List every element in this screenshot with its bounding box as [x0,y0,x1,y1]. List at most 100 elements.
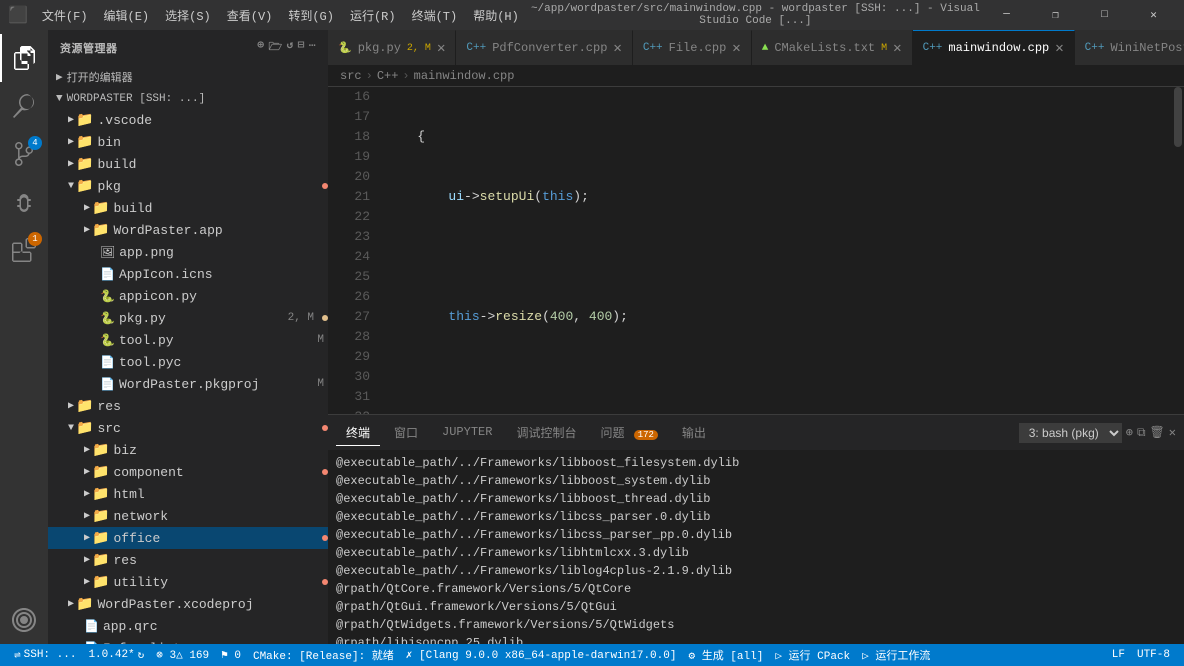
tree-build[interactable]: ▶ 📁 build [48,153,328,175]
chevron-right-icon: ▶ [68,400,74,412]
tab-pkg-py-close[interactable]: ✕ [437,40,445,57]
refresh-icon[interactable]: ↺ [287,38,294,57]
panel-trash-button[interactable]: 🗑 [1150,425,1165,440]
tab-cmakelists-close[interactable]: ✕ [893,40,901,57]
status-format[interactable]: UTF-8 [1131,644,1176,666]
status-compiler[interactable]: ✗ [Clang 9.0.0 x86_64-apple-darwin17.0.0… [400,644,683,666]
status-ssh[interactable]: ⇌ SSH: ... [8,644,82,666]
panel-tab-debug[interactable]: 调试控制台 [506,420,586,446]
activity-debug[interactable] [0,178,48,226]
tree-html[interactable]: ▶ 📁 html [48,483,328,505]
tree-appicon-icns[interactable]: 📄 AppIcon.icns [48,263,328,285]
activity-remote[interactable] [0,596,48,644]
panel-add-button[interactable]: ⊕ [1126,425,1133,440]
menu-select[interactable]: 选择(S) [157,3,219,28]
tree-pkg[interactable]: ▼ 📁 pkg [48,175,328,197]
tree-app-png[interactable]: 🖼 app.png [48,241,328,263]
restore-button[interactable]: ❐ [1033,0,1078,30]
folder-icon: 📁 [92,486,109,503]
tab-file-cpp[interactable]: C++ File.cpp ✕ [633,30,752,65]
tree-pkg-build[interactable]: ▶ 📁 build [48,197,328,219]
panel-tab-problems[interactable]: 问题 172 [590,420,667,446]
tab-pkg-py[interactable]: 🐍 pkg.py 2, M ✕ [328,30,456,65]
activity-explorer[interactable] [0,34,48,82]
tree-src-res[interactable]: ▶ 📁 res [48,549,328,571]
tree-vscode[interactable]: ▶ 📁 .vscode [48,109,328,131]
new-folder-icon[interactable]: 🗁 [269,38,283,57]
terminal-content[interactable]: @executable_path/../Frameworks/libboost_… [328,450,1184,644]
tab-mainwindow-close[interactable]: ✕ [1055,40,1063,57]
activity-extensions[interactable]: 1 [0,226,48,274]
menu-goto[interactable]: 转到(G) [280,3,342,28]
status-version[interactable]: 1.0.42* ↻ [82,644,150,666]
panel-tab-terminal[interactable]: 终端 [336,420,380,446]
chevron-right-icon: ▶ [84,202,90,214]
menu-run[interactable]: 运行(R) [342,3,404,28]
status-warnings[interactable]: ⚑ 0 [215,644,247,666]
tab-file-cpp-close[interactable]: ✕ [732,40,740,57]
new-file-icon[interactable]: ⊕ [257,38,264,57]
folder-icon: 📁 [92,508,109,525]
status-workflow[interactable]: ▷ 运行工作流 [856,644,936,666]
chevron-right-icon: ▶ [84,510,90,522]
open-editors-section[interactable]: ▶ 打开的编辑器 [48,65,328,89]
tree-pkg-py[interactable]: 🐍 pkg.py 2, M [48,307,328,329]
tab-wininetposter[interactable]: C++ WiniNetPoster.cpp 1 ✕ [1075,30,1184,65]
breadcrumb-lang[interactable]: C++ [377,69,399,83]
tree-xcodeproj[interactable]: ▶ 📁 WordPaster.xcodeproj [48,593,328,615]
tree-tool-pyc[interactable]: 📄 tool.pyc [48,351,328,373]
menu-file[interactable]: 文件(F) [34,3,96,28]
menu-terminal[interactable]: 终端(T) [404,3,466,28]
tab-pdfconverter-close[interactable]: ✕ [613,40,621,57]
more-icon[interactable]: … [309,38,316,57]
close-button[interactable]: ✕ [1131,0,1176,30]
tree-wordpaster-app[interactable]: ▶ 📁 WordPaster.app [48,219,328,241]
activity-search[interactable] [0,82,48,130]
status-cmake[interactable]: CMake: [Release]: 就绪 [247,644,400,666]
project-section[interactable]: ▼ WORDPASTER [SSH: ...] [48,89,328,109]
status-errors[interactable]: ⊗ 3△ 169 [150,644,215,666]
tab-cmakelists[interactable]: ▲ CMakeLists.txt M ✕ [752,30,913,65]
tree-src[interactable]: ▼ 📁 src [48,417,328,439]
tree-info-plist[interactable]: 📄 Info.plist [48,637,328,644]
breadcrumb-file[interactable]: mainwindow.cpp [414,69,515,83]
panel-split-button[interactable]: ⧉ [1137,426,1146,440]
terminal-select[interactable]: 3: bash (pkg) [1019,423,1122,443]
window-controls: ─ ❐ □ ✕ [984,0,1176,30]
tree-network[interactable]: ▶ 📁 network [48,505,328,527]
panel-tab-window[interactable]: 窗口 [384,420,428,446]
code-editor[interactable]: 16 17 18 19 20 21 22 23 24 25 26 27 28 2… [328,87,1184,414]
minimize-button[interactable]: ─ [984,0,1029,30]
maximize-button[interactable]: □ [1082,0,1127,30]
tab-mainwindow[interactable]: C++ mainwindow.cpp ✕ [913,30,1075,65]
code-content[interactable]: { ui->setupUi(this); this->resize(400, 4… [378,87,1172,414]
folder-icon: 📁 [76,596,93,613]
menu-help[interactable]: 帮助(H) [465,3,527,28]
tree-component[interactable]: ▶ 📁 component [48,461,328,483]
folder-icon: 📁 [76,398,93,415]
collapse-icon[interactable]: ⊟ [298,38,305,57]
tree-biz[interactable]: ▶ 📁 biz [48,439,328,461]
panel-tab-output[interactable]: 输出 [672,420,716,446]
tree-pkgproj[interactable]: 📄 WordPaster.pkgproj M [48,373,328,395]
activity-source-control[interactable]: 4 [0,130,48,178]
menu-view[interactable]: 查看(V) [219,3,281,28]
tree-wordpaster-app-label: WordPaster.app [113,223,328,238]
status-encoding[interactable]: LF [1106,644,1131,666]
status-run-cpack[interactable]: ▷ 运行 CPack [769,644,856,666]
tree-appicon-py[interactable]: 🐍 appicon.py [48,285,328,307]
tree-office[interactable]: ▶ 📁 office [48,527,328,549]
tab-pdfconverter[interactable]: C++ PdfConverter.cpp ✕ [456,30,632,65]
tree-app-qrc[interactable]: 📄 app.qrc [48,615,328,637]
tree-tool-py[interactable]: 🐍 tool.py M [48,329,328,351]
tree-res[interactable]: ▶ 📁 res [48,395,328,417]
editor-scrollbar[interactable] [1172,87,1184,414]
breadcrumb-src[interactable]: src [340,69,362,83]
tree-utility[interactable]: ▶ 📁 utility [48,571,328,593]
tree-res-label: res [97,399,328,414]
panel-close-button[interactable]: ✕ [1169,425,1176,440]
panel-tab-jupyter[interactable]: JUPYTER [432,421,502,444]
menu-edit[interactable]: 编辑(E) [96,3,158,28]
status-generate[interactable]: ⚙ 生成 [all] [682,644,769,666]
tree-bin[interactable]: ▶ 📁 bin [48,131,328,153]
